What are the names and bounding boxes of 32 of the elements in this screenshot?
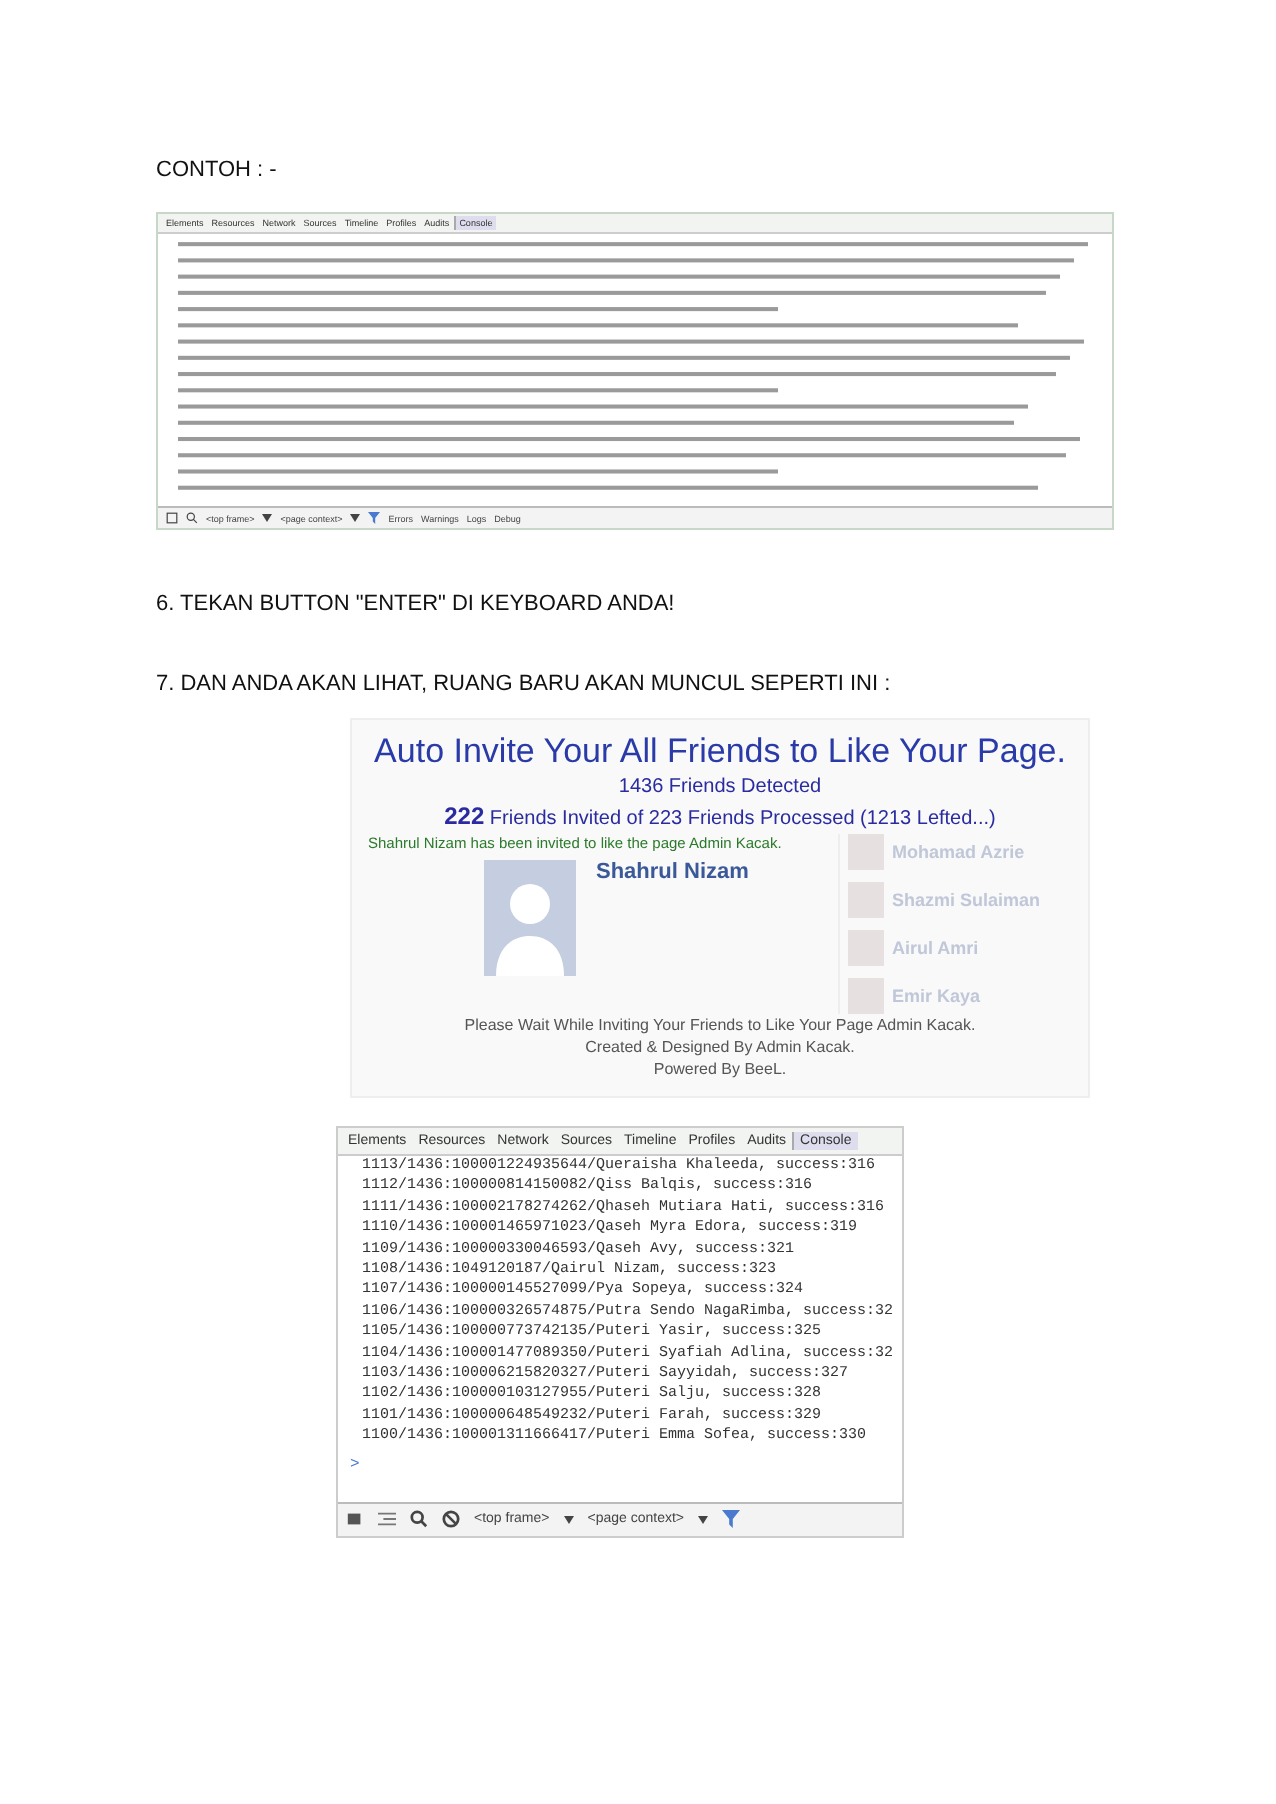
caret-icon bbox=[262, 514, 273, 522]
caret-icon bbox=[698, 1515, 709, 1524]
popup-title: Auto Invite Your All Friends to Like Your Page. bbox=[374, 732, 1066, 772]
heading-text: CONTOH : - bbox=[156, 156, 279, 184]
search-icon[interactable] bbox=[410, 1510, 428, 1529]
photo-placeholder bbox=[848, 978, 884, 1014]
photo-placeholder bbox=[848, 834, 884, 870]
friend-list-name: Emir Kaya bbox=[892, 986, 981, 1006]
photo-placeholder bbox=[848, 882, 884, 918]
instruction-text: 6. TEKAN BUTTON "ENTER" DI KEYBOARD ANDA! bbox=[156, 590, 677, 618]
caret-icon bbox=[350, 514, 361, 522]
console-icon[interactable] bbox=[346, 1510, 364, 1529]
console-icon[interactable] bbox=[166, 512, 178, 524]
instruction-text: 7. DAN ANDA AKAN LIHAT, RUANG BARU AKAN MUNCUL SEPERTI INI : bbox=[156, 670, 893, 698]
console-prompt: > bbox=[348, 1453, 362, 1478]
drawer-icon[interactable] bbox=[378, 1510, 396, 1529]
friend-name: Shahrul Nizam bbox=[596, 860, 749, 884]
photo-placeholder bbox=[848, 930, 884, 966]
filter-icon[interactable] bbox=[368, 512, 381, 524]
avatar-silhouette-icon bbox=[484, 860, 576, 976]
footer-text: Created & Designed By Admin Kacak. bbox=[585, 1036, 855, 1058]
caret-icon bbox=[563, 1515, 574, 1524]
clear-icon[interactable] bbox=[442, 1510, 460, 1529]
search-icon[interactable] bbox=[186, 512, 198, 524]
friend-list-name: Shazmi Sulaiman bbox=[892, 890, 1041, 910]
friend-list-name: Airul Amri bbox=[892, 938, 979, 958]
friends-detected-text: 1436 Friends Detected bbox=[618, 776, 822, 798]
footer-text: Powered By BeeL. bbox=[653, 1058, 787, 1080]
progress-text: 222 Friends Invited of 223 Friends Processed (1213 Lefted...) bbox=[444, 802, 996, 830]
filter-icon[interactable] bbox=[722, 1510, 741, 1529]
friend-list-name: Mohamad Azrie bbox=[892, 842, 1025, 862]
footer-text: Please Wait While Inviting Your Friends to Like Your Page Admin Kacak. bbox=[464, 1014, 976, 1036]
